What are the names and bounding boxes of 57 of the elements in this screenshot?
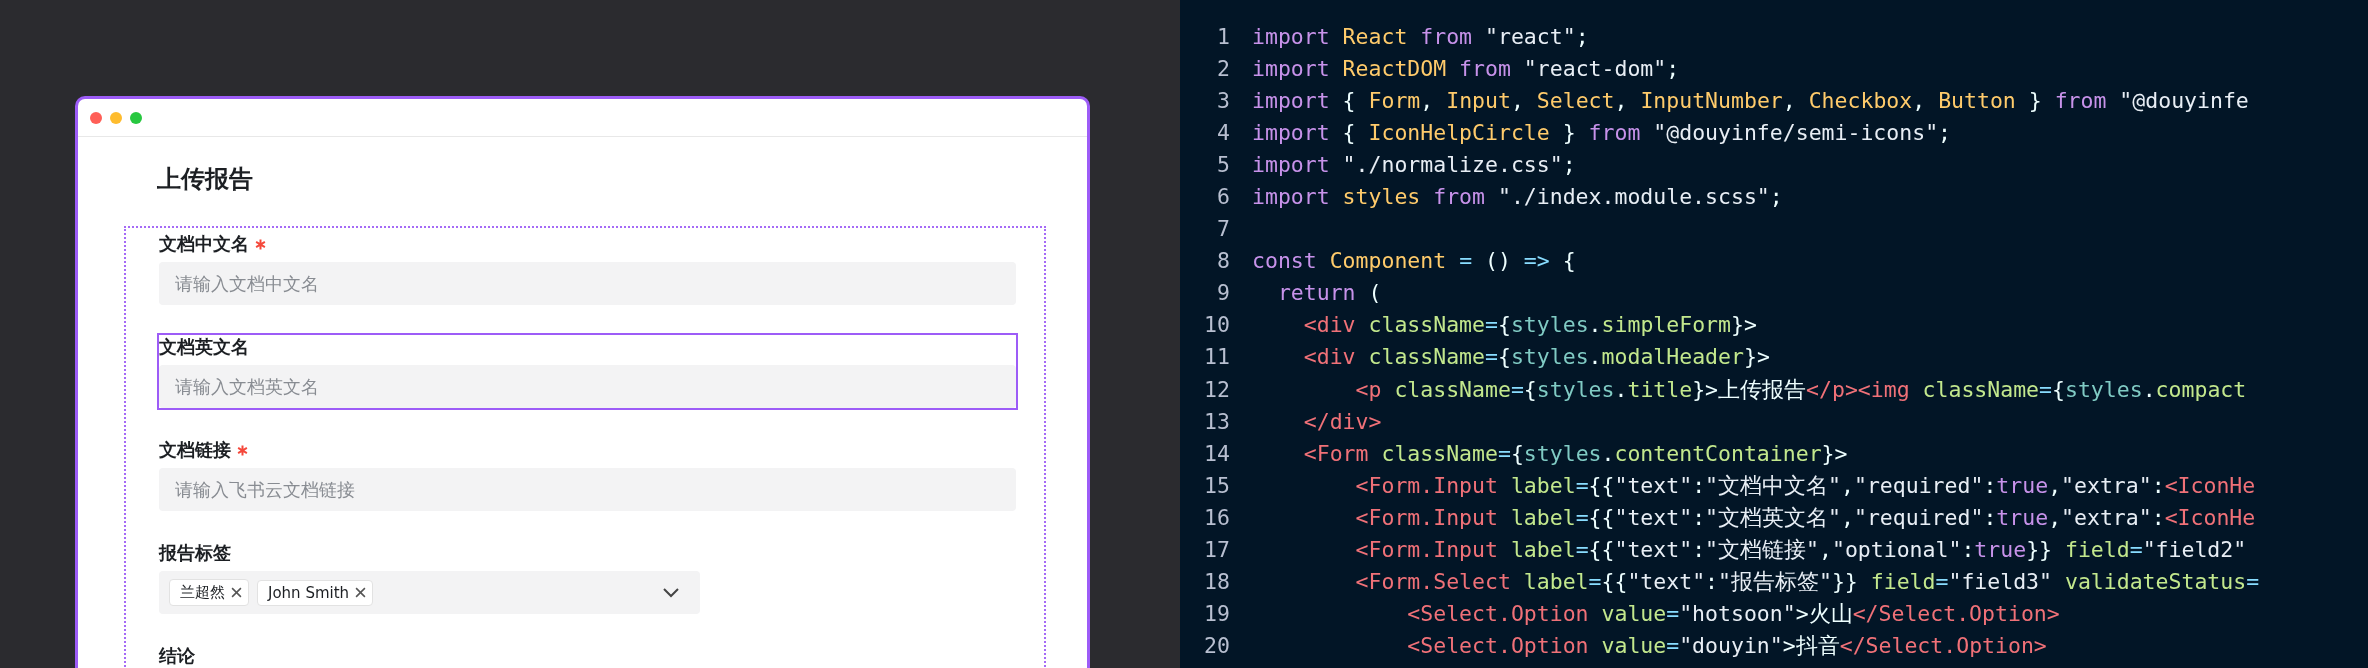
field-label: 文档链接 — [159, 438, 231, 462]
field-label: 文档英文名 — [159, 335, 249, 359]
code-line: <Form.Input label={{"text":"文档中文名","required":true,"extra":<IconHe — [1354, 471, 2256, 500]
code-line: <Select.Option value="douyin">抖音</Select.Option> — [1406, 632, 2047, 661]
line-number: 8 — [1216, 248, 1230, 274]
chevron-down-icon[interactable] — [662, 586, 680, 599]
code-line: <p className={styles.title}>上传报告</p><img className={styles.compact — [1354, 375, 2247, 404]
line-number: 17 — [1203, 537, 1230, 563]
text-input-field[interactable]: 请输入文档中文名 — [159, 262, 1016, 305]
code-line: import ReactDOM from "react-dom"; — [1252, 55, 1680, 81]
code-line: <Form.Input label={{"text":"文档链接","optional":true}} field="field2" — [1354, 536, 2247, 565]
line-number: 10 — [1203, 312, 1230, 338]
code-line: import React from "react"; — [1252, 23, 1589, 49]
code-line: return ( — [1276, 280, 1382, 306]
code-line: const Component = () => { — [1252, 248, 1576, 274]
close-dot-icon[interactable] — [90, 111, 102, 124]
line-number: 4 — [1216, 119, 1230, 145]
field-label: 报告标签 — [159, 541, 231, 565]
close-icon[interactable] — [231, 587, 242, 598]
line-number: 15 — [1203, 472, 1230, 498]
minimize-dot-icon[interactable] — [110, 111, 122, 124]
code-line: import { IconHelpCircle } from "@douyinfe/semi-icons"; — [1252, 119, 1952, 145]
line-number: 14 — [1203, 440, 1230, 466]
code-line: <div className={styles.modalHeader}> — [1302, 344, 1770, 370]
line-number: 18 — [1203, 569, 1230, 595]
maximize-dot-icon[interactable] — [130, 111, 142, 124]
tag-label: 兰超然 — [180, 583, 225, 602]
form-title: 上传报告 — [157, 164, 254, 195]
code-line: <Form className={styles.contentContainer}> — [1302, 440, 1848, 466]
line-number: 19 — [1203, 601, 1230, 627]
code-line: <Select.Option value="hotsoon">火山</Select.Option> — [1406, 600, 2060, 629]
line-number: 16 — [1203, 504, 1230, 530]
code-line: import { Form, Input, Select, InputNumber, Checkbox, Button } from "@douyinfe — [1252, 87, 2249, 113]
line-number: 6 — [1216, 184, 1230, 209]
text-input-field[interactable]: 请输入飞书云文档链接 — [159, 468, 1016, 511]
text-input-field[interactable]: 请输入文档英文名 — [159, 365, 1016, 408]
line-number: 11 — [1203, 344, 1230, 370]
code-line: <Form.Select label={{"text":"报告标签"}} field="field3" validateStatus= — [1354, 568, 2260, 597]
line-number: 12 — [1203, 376, 1230, 402]
code-line: </div> — [1302, 408, 1382, 434]
code-line: import "./normalize.css"; — [1252, 151, 1576, 177]
code-line: <Form.Input label={{"text":"文档英文名","required":true,"extra":<IconHe — [1354, 503, 2256, 532]
line-number: 20 — [1203, 633, 1230, 659]
field-label: 文档中文名 — [159, 232, 249, 256]
line-number: 1 — [1216, 23, 1230, 49]
line-number: 13 — [1203, 408, 1230, 434]
field-label: 结论 — [159, 644, 195, 668]
close-icon[interactable] — [355, 587, 367, 598]
line-number: 2 — [1216, 55, 1230, 81]
tag-select-field[interactable]: 兰超然 John Smith — [159, 571, 700, 614]
code-line: <div className={styles.simpleForm}> — [1302, 312, 1757, 338]
line-number: 9 — [1216, 280, 1230, 306]
code-line: import styles from "./index.module.scss"; — [1252, 184, 1783, 209]
line-number: 7 — [1216, 216, 1230, 242]
tag-label: John Smith — [268, 583, 350, 602]
line-number: 3 — [1216, 87, 1230, 113]
line-number: 5 — [1216, 151, 1230, 177]
